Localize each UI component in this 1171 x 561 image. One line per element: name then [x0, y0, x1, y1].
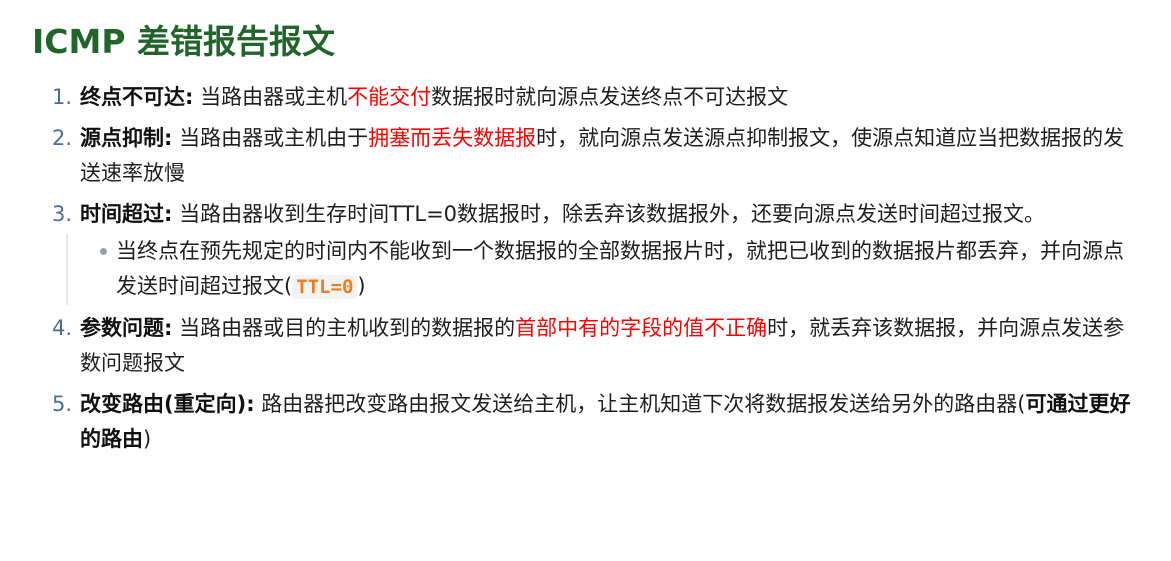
- term-label: 参数问题:: [80, 316, 173, 340]
- item-text: 当路由器收到生存时间TTL=0数据报时，除丢弃该数据报外，还要向源点发送时间超过…: [172, 202, 1046, 226]
- inline-code: TTL=0: [292, 275, 358, 299]
- page-title: ICMP 差错报告报文: [32, 22, 336, 61]
- document-page: ICMP 差错报告报文 1. 终点不可达: 当路由器或主机不能交付数据报时就向源…: [0, 0, 1171, 561]
- list-number: 3.: [52, 202, 73, 226]
- list-number: 1.: [52, 85, 73, 109]
- sub-list: 当终点在预先规定的时间内不能收到一个数据报的全部数据报片时，就把已收到的数据报片…: [66, 234, 1141, 305]
- term-label: 终点不可达:: [80, 85, 194, 109]
- bullet-icon: [100, 248, 107, 255]
- item-text: 当路由器或主机由于: [172, 126, 369, 150]
- term-label: 时间超过:: [80, 202, 173, 226]
- highlight-text: 拥塞而丢失数据报: [368, 126, 537, 150]
- highlight-text: 首部中有的字段的值不正确: [515, 316, 768, 340]
- item-text: 路由器把改变路由报文发送给主机，让主机知道下次将数据报发送给另外的路由器(: [254, 392, 1026, 416]
- item-text: 当路由器或主机: [193, 85, 348, 109]
- list-item-time-exceeded: 3. 时间超过: 当路由器收到生存时间TTL=0数据报时，除丢弃该数据报外，还要…: [32, 197, 1141, 305]
- list-item-parameter-problem: 4. 参数问题: 当路由器或目的主机收到的数据报的首部中有的字段的值不正确时，就…: [32, 311, 1141, 381]
- list-number: 5.: [52, 392, 73, 416]
- highlight-text: 不能交付: [347, 85, 432, 109]
- item-text: ): [143, 427, 152, 451]
- term-label: 改变路由(重定向):: [80, 392, 255, 416]
- error-report-list: 1. 终点不可达: 当路由器或主机不能交付数据报时就向源点发送终点不可达报文 2…: [32, 80, 1141, 457]
- list-number: 4.: [52, 316, 73, 340]
- sub-item-text: ): [357, 274, 366, 298]
- sub-list-item: 当终点在预先规定的时间内不能收到一个数据报的全部数据报片时，就把已收到的数据报片…: [100, 234, 1141, 305]
- list-item-redirect: 5. 改变路由(重定向): 路由器把改变路由报文发送给主机，让主机知道下次将数据…: [32, 387, 1141, 457]
- term-label: 源点抑制:: [80, 126, 173, 150]
- item-text: 数据报时就向源点发送终点不可达报文: [431, 85, 789, 109]
- list-item-source-quench: 2. 源点抑制: 当路由器或主机由于拥塞而丢失数据报时，就向源点发送源点抑制报文…: [32, 121, 1141, 191]
- sub-item-text: 当终点在预先规定的时间内不能收到一个数据报的全部数据报片时，就把已收到的数据报片…: [116, 239, 1124, 298]
- item-text: 当路由器或目的主机收到的数据报的: [172, 316, 516, 340]
- list-number: 2.: [52, 126, 73, 150]
- list-item-destination-unreachable: 1. 终点不可达: 当路由器或主机不能交付数据报时就向源点发送终点不可达报文: [32, 80, 1141, 115]
